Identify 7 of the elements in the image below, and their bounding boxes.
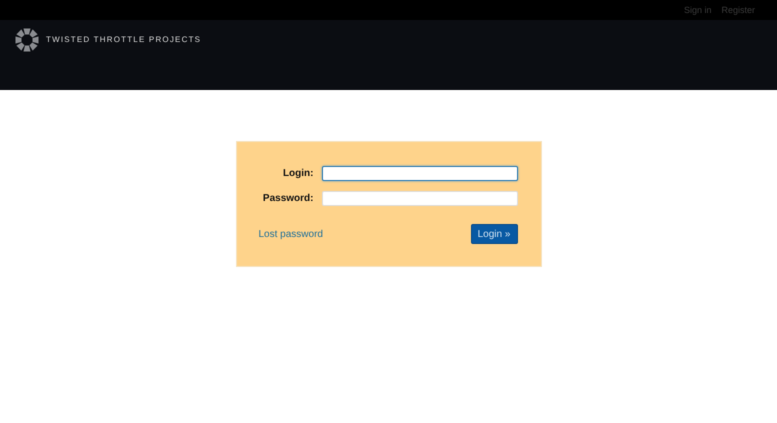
- field-label: Login:: [282, 168, 314, 179]
- lost-password-link[interactable]: Lost password: [258, 228, 323, 240]
- login-button[interactable]: Login »: [470, 224, 518, 244]
- input-field[interactable]: [322, 166, 518, 181]
- site-title: TWISTED THROTTLE PROJECTS: [46, 35, 202, 44]
- field-label: Password:: [262, 193, 314, 204]
- logo-icon: [15, 28, 39, 52]
